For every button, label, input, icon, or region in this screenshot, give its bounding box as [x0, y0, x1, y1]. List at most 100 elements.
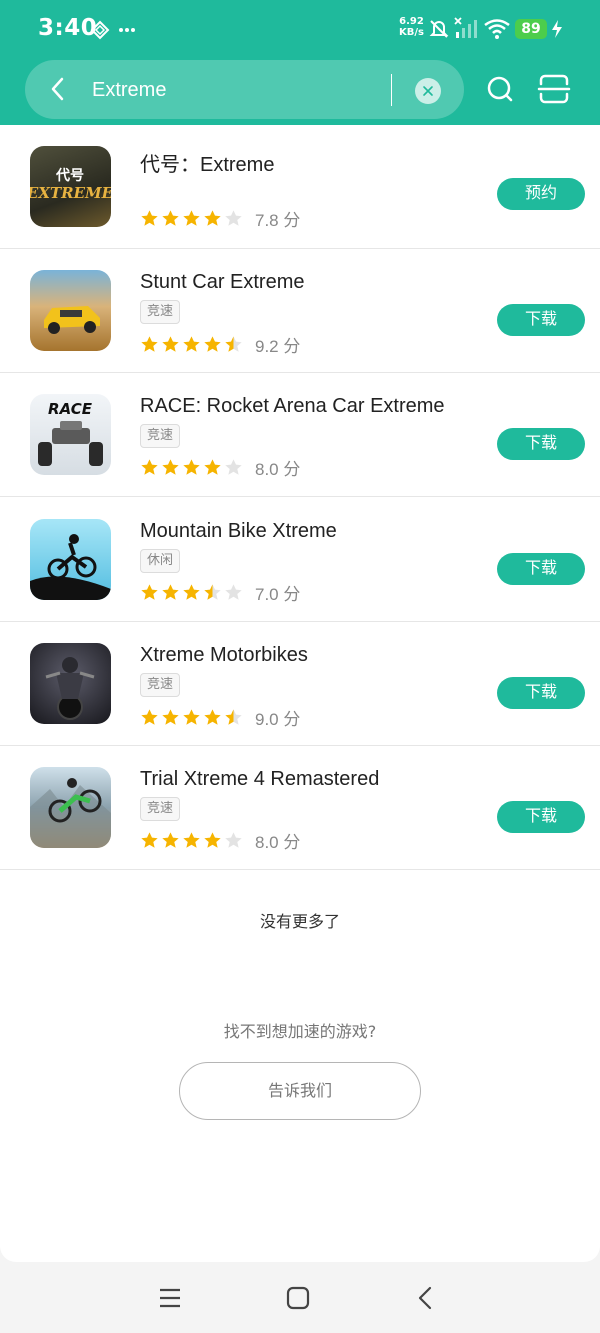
star-full-icon — [204, 335, 221, 352]
star-full-icon — [204, 209, 221, 226]
car-icon — [44, 306, 100, 334]
star-full-icon — [141, 708, 158, 725]
score: 8.0 分 — [255, 832, 301, 852]
star-full-icon — [141, 583, 158, 600]
tell-us-button[interactable]: 告诉我们 — [179, 1062, 421, 1120]
genre-tag: 休闲 — [140, 549, 181, 573]
star-full-icon — [204, 708, 221, 725]
star-full-icon — [162, 458, 179, 475]
signal-icon — [454, 17, 477, 38]
game-logo-icon: 代号 EXTREME — [30, 167, 111, 202]
star-empty-icon — [225, 458, 242, 475]
search-input[interactable] — [92, 74, 392, 106]
score: 7.0 分 — [255, 584, 301, 604]
download-button[interactable]: 下载 — [497, 677, 585, 709]
battery-badge: 89 — [515, 19, 547, 39]
search-icon[interactable] — [483, 72, 517, 106]
rating: 8.0 分 — [140, 829, 301, 852]
rating: 7.0 分 — [140, 581, 301, 604]
list-item[interactable]: Trial Xtreme 4 Remastered 竞速 8.0 分 下载 — [0, 746, 600, 870]
genre-tag: 竞速 — [140, 424, 181, 448]
list-item[interactable]: Stunt Car Extreme 竞速 9.2 分 下载 — [0, 249, 600, 373]
score: 9.2 分 — [255, 336, 301, 356]
scan-icon[interactable] — [537, 72, 571, 106]
status-bar: 3:40 6.92 KB/s 89 — [0, 0, 600, 58]
score: 7.8 分 — [255, 210, 301, 230]
more-dots-icon — [119, 28, 135, 32]
score: 9.0 分 — [255, 709, 301, 729]
game-title: Stunt Car Extreme — [140, 271, 305, 293]
app-header: 3:40 6.92 KB/s 89 — [0, 0, 600, 125]
star-full-icon — [162, 708, 179, 725]
end-of-list-text: 没有更多了 — [259, 912, 340, 931]
home-icon[interactable] — [284, 1284, 312, 1312]
list-item[interactable]: 代号 EXTREME 代号：Extreme 7.8 分 预约 — [0, 125, 600, 249]
star-full-icon — [183, 583, 200, 600]
star-full-icon — [141, 831, 158, 848]
svg-text:代号: 代号 — [55, 167, 84, 184]
star-half-icon — [204, 583, 221, 600]
not-found-prompt: 找不到想加速的游戏? — [223, 1022, 377, 1041]
list-item[interactable]: RACE RACE: Rocket Arena Car Extreme 竞速 8… — [0, 373, 600, 497]
star-full-icon — [141, 458, 158, 475]
star-full-icon — [183, 458, 200, 475]
bike-rider-icon — [30, 534, 111, 600]
clear-icon[interactable] — [415, 78, 441, 104]
game-thumbnail — [30, 643, 111, 724]
star-rating — [140, 708, 243, 727]
star-full-icon — [183, 708, 200, 725]
results-list: 代号 EXTREME 代号：Extreme 7.8 分 预约 Stunt Car… — [0, 125, 600, 1262]
star-empty-icon — [225, 209, 242, 226]
rating: 7.8 分 — [140, 207, 301, 230]
search-row — [0, 58, 600, 125]
svg-text:RACE: RACE — [48, 400, 93, 418]
star-full-icon — [141, 335, 158, 352]
star-full-icon — [183, 831, 200, 848]
net-speed: 6.92 KB/s — [399, 16, 424, 38]
charging-icon — [552, 20, 562, 38]
wifi-icon — [484, 19, 510, 39]
dirt-bike-icon — [30, 778, 111, 848]
game-thumbnail: RACE — [30, 394, 111, 475]
genre-tag: 竞速 — [140, 797, 181, 821]
game-thumbnail — [30, 270, 111, 351]
game-thumbnail — [30, 767, 111, 848]
genre-tag: 竞速 — [140, 300, 181, 324]
game-title: RACE: Rocket Arena Car Extreme — [140, 395, 445, 417]
game-thumbnail — [30, 519, 111, 600]
nav-back-icon[interactable] — [412, 1284, 440, 1312]
motorbike-icon — [45, 657, 95, 720]
menu-icon[interactable] — [156, 1284, 184, 1312]
star-full-icon — [162, 831, 179, 848]
mute-bell-icon — [429, 20, 449, 38]
star-rating — [140, 458, 243, 477]
genre-tag: 竞速 — [140, 673, 181, 697]
star-rating — [140, 583, 243, 602]
star-empty-icon — [225, 831, 242, 848]
rating: 8.0 分 — [140, 456, 300, 479]
star-half-icon — [225, 335, 242, 352]
star-rating — [140, 831, 243, 850]
game-title: Mountain Bike Xtreme — [140, 520, 337, 542]
star-full-icon — [183, 209, 200, 226]
download-button[interactable]: 下载 — [497, 304, 585, 336]
diamond-icon — [90, 20, 110, 40]
search-box[interactable] — [25, 60, 464, 119]
game-title: 代号：Extreme — [140, 154, 275, 176]
download-button[interactable]: 下载 — [497, 428, 585, 460]
star-full-icon — [183, 335, 200, 352]
rating: 9.2 分 — [140, 333, 301, 356]
star-full-icon — [162, 583, 179, 600]
monster-truck-icon: RACE — [38, 400, 103, 466]
svg-text:EXTREME: EXTREME — [30, 184, 111, 202]
download-button[interactable]: 下载 — [497, 801, 585, 833]
star-rating — [140, 209, 243, 228]
star-full-icon — [204, 458, 221, 475]
game-title: Xtreme Motorbikes — [140, 644, 308, 666]
star-empty-icon — [225, 583, 242, 600]
download-button[interactable]: 下载 — [497, 553, 585, 585]
reserve-button[interactable]: 预约 — [497, 178, 585, 210]
list-item[interactable]: Xtreme Motorbikes 竞速 9.0 分 下载 — [0, 622, 600, 746]
back-icon[interactable] — [43, 74, 73, 104]
list-item[interactable]: Mountain Bike Xtreme 休闲 7.0 分 下载 — [0, 498, 600, 622]
